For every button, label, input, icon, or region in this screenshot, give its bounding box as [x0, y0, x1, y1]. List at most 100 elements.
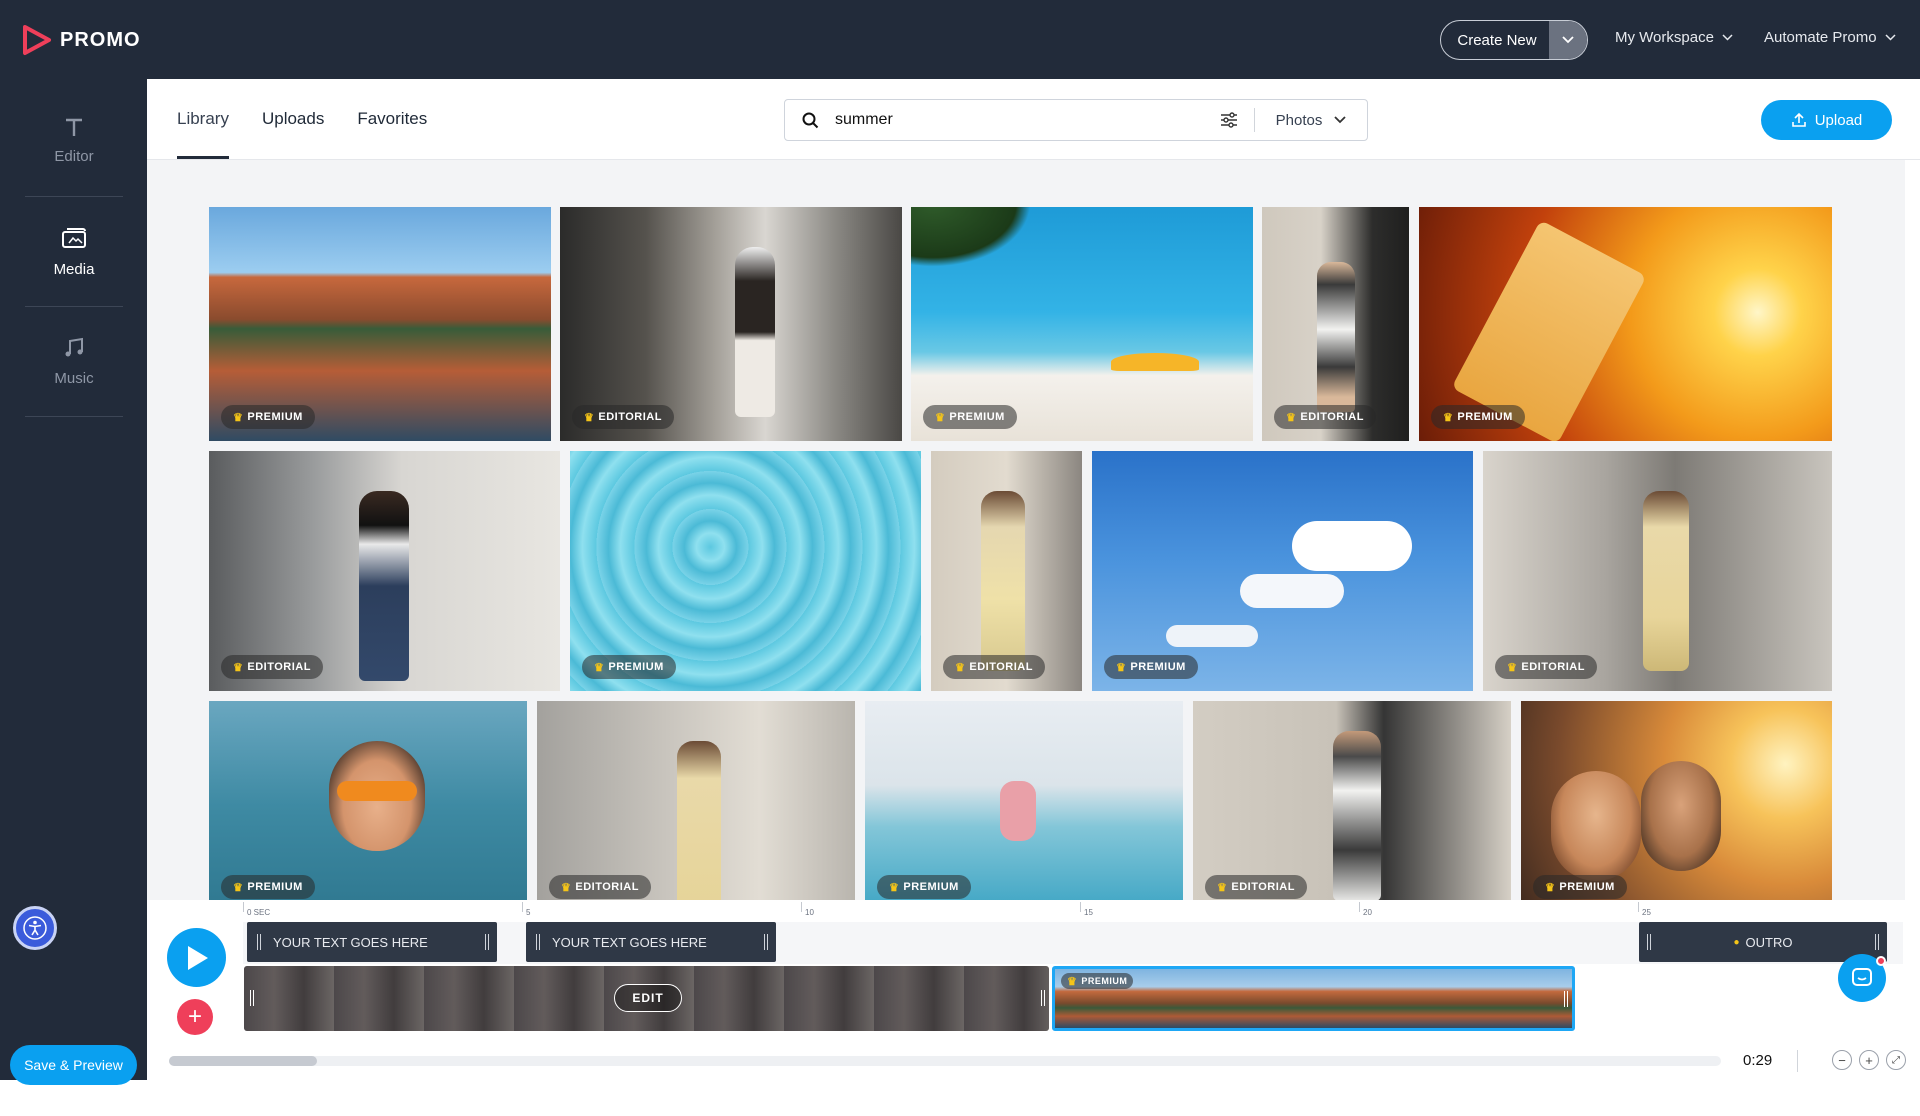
chevron-down-icon[interactable] — [1549, 21, 1587, 59]
ruler-tick: 5 — [522, 902, 530, 917]
photo-beach-umbrella[interactable]: ♛ PREMIUM — [911, 207, 1253, 441]
top-bar: PROMO Create New My Workspace Automate P… — [0, 0, 1920, 79]
premium-badge: ♛ PREMIUM — [582, 655, 676, 679]
tab-library[interactable]: Library — [177, 79, 229, 159]
upload-icon — [1791, 112, 1806, 127]
left-sidebar: Editor Media Music Save & Preview Discar… — [0, 79, 147, 1116]
photo-floral-dress-2[interactable]: ♛ EDITORIAL — [537, 701, 855, 900]
video-clip-1[interactable]: EDIT — [244, 966, 1049, 1031]
create-new-button[interactable]: Create New — [1440, 20, 1588, 60]
photo-pool-water[interactable]: ♛ PREMIUM — [570, 451, 921, 691]
photo-doorway-woman[interactable]: ♛ EDITORIAL — [1262, 207, 1409, 441]
photo-couple-colosseum[interactable]: ♛ PREMIUM — [1521, 701, 1832, 900]
crown-icon: ♛ — [935, 411, 946, 424]
automate-promo-menu[interactable]: Automate Promo — [1764, 29, 1896, 46]
crown-icon: ♛ — [1545, 881, 1556, 894]
drag-handle[interactable] — [1875, 934, 1879, 950]
crown-icon: ♛ — [233, 661, 244, 674]
premium-badge: ♛ PREMIUM — [1061, 973, 1134, 989]
drag-handle[interactable] — [536, 934, 540, 950]
ruler-tick: 20 — [1359, 902, 1372, 917]
sidebar-item-music[interactable]: Music — [25, 306, 123, 416]
crown-icon: ♛ — [1067, 975, 1078, 988]
add-scene-button[interactable]: + — [177, 999, 213, 1035]
zoom-in-icon[interactable]: + — [1859, 1050, 1879, 1070]
text-clip[interactable]: YOUR TEXT GOES HERE — [247, 922, 497, 962]
zoom-out-icon[interactable]: − — [1832, 1050, 1852, 1070]
time-ruler: 0 SEC 5 10 15 20 25 — [243, 900, 1903, 920]
search-bar: Photos — [784, 99, 1368, 141]
tab-favorites[interactable]: Favorites — [357, 79, 427, 159]
premium-badge: ♛ PREMIUM — [923, 405, 1017, 429]
editorial-badge: ♛ EDITORIAL — [1205, 875, 1307, 899]
filter-sliders-icon[interactable] — [1204, 112, 1254, 128]
discard-link[interactable]: Discard — [0, 1100, 147, 1116]
photo-palm-pool[interactable]: ♛ PREMIUM — [865, 701, 1183, 900]
photo-blue-sky[interactable]: ♛ PREMIUM — [1092, 451, 1473, 691]
sidebar-item-label: Media — [53, 260, 95, 278]
search-icon — [785, 112, 835, 129]
sidebar-item-editor[interactable]: Editor — [25, 85, 123, 195]
editorial-badge: ♛ EDITORIAL — [1495, 655, 1597, 679]
photo-street-dress[interactable]: ♛ EDITORIAL — [1483, 451, 1832, 691]
crown-icon: ♛ — [955, 661, 966, 674]
drag-handle[interactable] — [250, 990, 254, 1006]
text-clip-label: YOUR TEXT GOES HERE — [273, 934, 428, 950]
video-clip-2[interactable]: ♛ PREMIUM — [1052, 966, 1575, 1031]
crown-icon: ♛ — [889, 881, 900, 894]
drag-handle[interactable] — [485, 934, 489, 950]
drag-handle[interactable] — [1564, 991, 1568, 1007]
crown-icon: ♛ — [1507, 661, 1518, 674]
workspace-menu[interactable]: My Workspace — [1615, 29, 1733, 46]
crown-icon: ♛ — [1116, 661, 1127, 674]
ruler-tick: 15 — [1080, 902, 1093, 917]
music-note-icon — [65, 337, 83, 356]
crown-icon: ♛ — [233, 411, 244, 424]
upload-label[interactable]: Upload — [1815, 112, 1863, 129]
promo-logo-icon — [23, 25, 51, 55]
play-button[interactable] — [167, 928, 226, 987]
media-grid: ♛ PREMIUM ♛ EDITORIAL ♛ PREMIUM ♛ EDITORIAL … — [147, 160, 1905, 900]
ruler-tick: 0 SEC — [243, 902, 270, 917]
play-icon — [187, 945, 208, 970]
fit-expand-icon[interactable]: ⤢ — [1886, 1050, 1906, 1070]
promo-logo[interactable]: PROMO — [22, 24, 141, 56]
photo-canal-houses[interactable]: ♛ PREMIUM — [209, 207, 551, 441]
media-type-select[interactable]: Photos — [1255, 112, 1367, 129]
photo-street-jeans[interactable]: ♛ EDITORIAL — [209, 451, 560, 691]
search-input[interactable] — [835, 111, 1204, 129]
chat-support-button[interactable] — [1838, 954, 1886, 1002]
crown-icon: ♛ — [1286, 411, 1297, 424]
drag-handle[interactable] — [257, 934, 261, 950]
drag-handle[interactable] — [1647, 934, 1651, 950]
photo-thermometer-sun[interactable]: ♛ PREMIUM — [1419, 207, 1832, 441]
create-new-label[interactable]: Create New — [1441, 21, 1549, 59]
media-type-label[interactable]: Photos — [1276, 112, 1323, 129]
premium-badge: ♛ PREMIUM — [221, 875, 315, 899]
automate-label[interactable]: Automate Promo — [1764, 29, 1877, 46]
editorial-badge: ♛ EDITORIAL — [221, 655, 323, 679]
workspace-label[interactable]: My Workspace — [1615, 29, 1714, 46]
photo-street-walk[interactable]: ♛ EDITORIAL — [560, 207, 902, 441]
text-clip-label: YOUR TEXT GOES HERE — [552, 934, 707, 950]
photo-girl-goggles[interactable]: ♛ PREMIUM — [209, 701, 527, 900]
timeline-scrollbar[interactable] — [169, 1056, 1721, 1066]
photo-floral-dress[interactable]: ♛ EDITORIAL — [931, 451, 1082, 691]
drag-handle[interactable] — [764, 934, 768, 950]
sidebar-item-label: Editor — [54, 147, 94, 165]
editorial-badge: ♛ EDITORIAL — [549, 875, 651, 899]
accessibility-icon[interactable] — [13, 906, 57, 950]
save-preview-button[interactable]: Save & Preview — [10, 1045, 137, 1085]
drag-handle[interactable] — [1041, 990, 1045, 1006]
upload-button[interactable]: Upload — [1761, 100, 1892, 140]
scroll-thumb[interactable] — [169, 1056, 317, 1066]
text-t-icon — [66, 118, 82, 136]
tab-uploads[interactable]: Uploads — [262, 79, 324, 159]
edit-clip-button[interactable]: EDIT — [614, 984, 682, 1012]
photo-doorway-man[interactable]: ♛ EDITORIAL — [1193, 701, 1511, 900]
text-clip[interactable]: YOUR TEXT GOES HERE — [526, 922, 776, 962]
sidebar-item-media[interactable]: Media — [25, 196, 123, 306]
duration-readout: 0:29 — [1743, 1052, 1773, 1069]
dot-icon: ● — [1733, 936, 1740, 948]
video-track: EDIT ♛ PREMIUM — [244, 966, 1904, 1031]
